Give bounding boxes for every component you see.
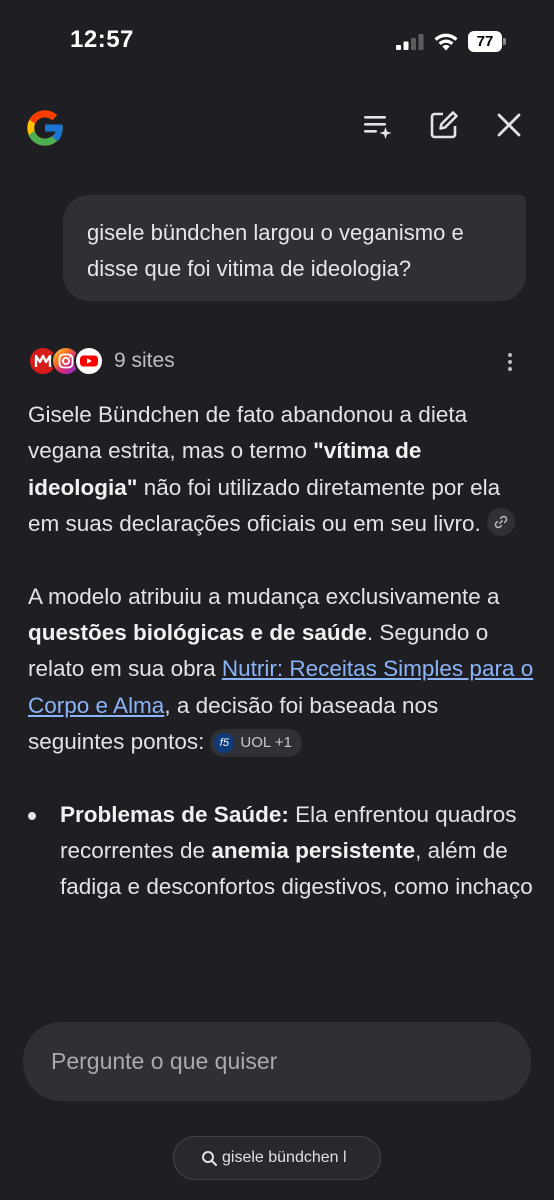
user-message-bubble: gisele bündchen largou o veganismo e dis… bbox=[63, 195, 526, 301]
status-bar: 12:57 77 bbox=[0, 0, 554, 80]
f5-logo-icon: f5 bbox=[214, 733, 235, 754]
link-icon bbox=[494, 515, 507, 529]
more-vert-icon[interactable] bbox=[498, 350, 522, 374]
google-g-logo[interactable] bbox=[22, 105, 68, 151]
assistant-answer: Gisele Bündchen de fato abandonou a diet… bbox=[28, 397, 536, 906]
search-suggestion-chip[interactable]: gisele bündchen l bbox=[173, 1136, 381, 1180]
new-chat-edit-icon[interactable] bbox=[427, 108, 461, 142]
sources-count: 9 sites bbox=[114, 349, 175, 372]
gemini-chat-screen: 12:57 77 gisele bündchen largou o vegani… bbox=[0, 0, 554, 1200]
list-item: Problemas de Saúde: Ela enfrentou quadro… bbox=[28, 797, 536, 906]
battery-icon: 77 bbox=[468, 31, 506, 52]
cellular-signal-icon bbox=[396, 34, 424, 50]
bullet-dot bbox=[28, 811, 36, 820]
answer-bullet-list: Problemas de Saúde: Ela enfrentou quadro… bbox=[28, 797, 536, 906]
wifi-icon bbox=[434, 33, 458, 51]
source-link-chip[interactable] bbox=[486, 508, 515, 537]
search-chip-label: gisele bündchen l bbox=[222, 1149, 347, 1166]
search-icon bbox=[202, 1151, 218, 1167]
battery-level: 77 bbox=[476, 33, 494, 50]
queue-playlist-icon[interactable] bbox=[360, 108, 394, 142]
close-icon[interactable] bbox=[492, 108, 526, 142]
answer-paragraph-2: A modelo atribuiu a mudança exclusivamen… bbox=[28, 579, 536, 761]
status-time: 12:57 bbox=[70, 26, 134, 53]
ask-input[interactable] bbox=[23, 1022, 531, 1101]
sources-row[interactable]: 9 sites bbox=[28, 344, 528, 382]
youtube-icon bbox=[74, 346, 104, 376]
uol-source-chip[interactable]: f5 UOL +1 bbox=[210, 729, 302, 758]
answer-paragraph-1: Gisele Bündchen de fato abandonou a diet… bbox=[28, 397, 536, 543]
